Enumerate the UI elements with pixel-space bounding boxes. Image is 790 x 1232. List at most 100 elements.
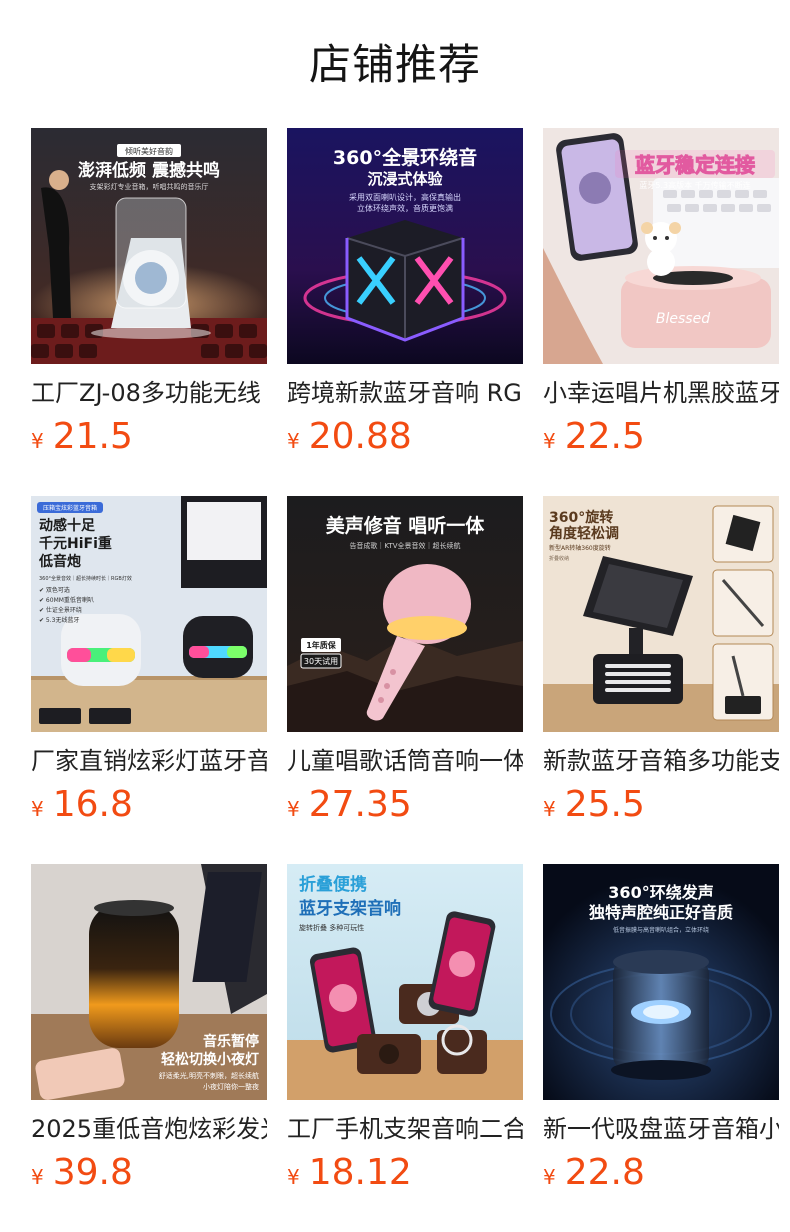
product-image[interactable]: Blessed 蓝牙稳定连接 蓝牙5.3高版本 千万传输不断连 [543,128,779,364]
currency-symbol: ¥ [287,429,300,453]
suction-speaker-image: 360°环绕发声 独特声腔纯正好音质 低音振膜与高音喇叭组合，立体环绕 [543,864,779,1100]
price-value: 20.88 [308,416,412,457]
product-image[interactable]: 360°全景环绕音 沉浸式体验 采用双面喇叭设计，高保真输出 立体环绕声效，音质… [287,128,523,364]
product-name[interactable]: 小幸运唱片机黑胶蓝牙 [543,376,779,410]
store-recommendations-page: 店铺推荐 倾听美好音韵 澎湃低频 震撼共鸣 支架彩灯专业音箱，听唱共鸣的音乐厅 … [0,0,790,1232]
cube-speaker-image: 360°全景环绕音 沉浸式体验 采用双面喇叭设计，高保真输出 立体环绕声效，音质… [287,128,523,364]
speaker-phone-stand-image: 倾听美好音韵 澎湃低频 震撼共鸣 支架彩灯专业音箱，听唱共鸣的音乐厅 [31,128,267,364]
currency-symbol: ¥ [543,797,556,821]
svg-text:沉浸式体验: 沉浸式体验 [367,170,443,188]
svg-text:动感十足: 动感十足 [39,517,96,534]
price-value: 21.5 [52,416,133,457]
svg-text:折叠便携: 折叠便携 [299,874,367,895]
currency-symbol: ¥ [31,1165,44,1189]
svg-text:倾听美好音韵: 倾听美好音韵 [125,146,173,156]
price-value: 22.5 [564,416,645,457]
svg-text:Blessed: Blessed [656,311,710,327]
svg-text:美声修音 唱听一体: 美声修音 唱听一体 [326,514,486,537]
product-price: ¥ 27.35 [287,782,412,828]
product-price: ¥ 22.8 [543,1150,645,1196]
svg-text:360°全景音效｜超长持续时长｜RGB灯效: 360°全景音效｜超长持续时长｜RGB灯效 [39,575,132,582]
currency-symbol: ¥ [287,797,300,821]
svg-text:舒适柔光,明亮不刺眼，超长续航: 舒适柔光,明亮不刺眼，超长续航 [159,1071,259,1080]
product-card[interactable]: 折叠便携 蓝牙支架音响 旋转折叠 多种可玩性 工厂手机支架音响二合一 ¥ 18.… [287,864,523,1232]
svg-text:新型AR转轴360度旋转: 新型AR转轴360度旋转 [549,544,611,552]
rotating-stand-speaker-image: 360°旋转 角度轻松调 新型AR转轴360度旋转 折叠收纳 [543,496,779,732]
svg-text:告音成歌｜KTV全景音效｜超长续航: 告音成歌｜KTV全景音效｜超长续航 [349,541,460,550]
product-name[interactable]: 儿童唱歌话筒音响一体 [287,744,523,778]
svg-text:✔ 5.3无线蓝牙: ✔ 5.3无线蓝牙 [39,616,79,624]
product-image[interactable]: 倾听美好音韵 澎湃低频 震撼共鸣 支架彩灯专业音箱，听唱共鸣的音乐厅 [31,128,267,364]
product-price: ¥ 25.5 [543,782,645,828]
svg-text:360°环绕发声: 360°环绕发声 [608,883,713,902]
phone-stand-speaker-image: 折叠便携 蓝牙支架音响 旋转折叠 多种可玩性 [287,864,523,1100]
product-price: ¥ 21.5 [31,414,133,460]
product-image[interactable]: 360°旋转 角度轻松调 新型AR转轴360度旋转 折叠收纳 [543,496,779,732]
svg-text:音乐暂停: 音乐暂停 [203,1033,259,1050]
svg-text:小夜灯陪你一整夜: 小夜灯陪你一整夜 [203,1082,259,1091]
svg-text:蓝牙5.3高版本 千万传输不断连: 蓝牙5.3高版本 千万传输不断连 [639,180,750,190]
svg-text:✔ 仕证全景环绕: ✔ 仕证全景环绕 [39,606,82,614]
currency-symbol: ¥ [543,429,556,453]
svg-text:千元HiFi重: 千元HiFi重 [39,535,112,552]
product-price: ¥ 22.5 [543,414,645,460]
product-name[interactable]: 工厂手机支架音响二合一 [287,1112,523,1146]
svg-text:✔ 双色可选: ✔ 双色可选 [39,586,70,594]
product-name[interactable]: 2025重低音炮炫彩发光 [31,1112,267,1146]
product-price: ¥ 20.88 [287,414,412,460]
product-image[interactable]: 折叠便携 蓝牙支架音响 旋转折叠 多种可玩性 [287,864,523,1100]
product-price: ¥ 39.8 [31,1150,133,1196]
svg-text:1年质保: 1年质保 [306,640,337,650]
currency-symbol: ¥ [31,429,44,453]
product-card[interactable]: 压箱宝炫彩蓝牙音箱 动感十足 千元HiFi重 低音炮 360°全景音效｜超长持续… [31,496,267,864]
svg-text:蓝牙稳定连接: 蓝牙稳定连接 [635,153,755,177]
glowing-speaker-image: 音乐暂停 轻松切换小夜灯 舒适柔光,明亮不刺眼，超长续航 小夜灯陪你一整夜 [31,864,267,1100]
product-name[interactable]: 厂家直销炫彩灯蓝牙音 [31,744,267,778]
product-name[interactable]: 跨境新款蓝牙音响 RGB [287,376,523,410]
price-value: 22.8 [564,1152,645,1193]
currency-symbol: ¥ [31,797,44,821]
svg-text:独特声腔纯正好音质: 独特声腔纯正好音质 [589,903,733,922]
product-card[interactable]: Blessed 蓝牙稳定连接 蓝牙5.3高版本 千万传输不断连 小幸运唱片机黑胶… [543,128,779,496]
currency-symbol: ¥ [287,1165,300,1189]
product-image[interactable]: 音乐暂停 轻松切换小夜灯 舒适柔光,明亮不刺眼，超长续航 小夜灯陪你一整夜 [31,864,267,1100]
svg-text:蓝牙支架音响: 蓝牙支架音响 [299,898,401,919]
svg-text:澎湃低频 震撼共鸣: 澎湃低频 震撼共鸣 [78,160,220,181]
price-value: 27.35 [308,784,412,825]
svg-text:压箱宝炫彩蓝牙音箱: 压箱宝炫彩蓝牙音箱 [43,504,97,512]
product-name[interactable]: 新一代吸盘蓝牙音箱小 [543,1112,779,1146]
product-card[interactable]: 美声修音 唱听一体 告音成歌｜KTV全景音效｜超长续航 1年质保 30天试用 儿… [287,496,523,864]
price-value: 16.8 [52,784,133,825]
svg-text:✔ 60MM重低音喇叭: ✔ 60MM重低音喇叭 [39,596,94,604]
product-image[interactable]: 压箱宝炫彩蓝牙音箱 动感十足 千元HiFi重 低音炮 360°全景音效｜超长持续… [31,496,267,732]
svg-text:360°旋转: 360°旋转 [549,509,613,526]
product-card[interactable]: 倾听美好音韵 澎湃低频 震撼共鸣 支架彩灯专业音箱，听唱共鸣的音乐厅 工厂ZJ-… [31,128,267,496]
product-grid: 倾听美好音韵 澎湃低频 震撼共鸣 支架彩灯专业音箱，听唱共鸣的音乐厅 工厂ZJ-… [31,128,779,1232]
svg-text:采用双面喇叭设计，高保真输出: 采用双面喇叭设计，高保真输出 [349,192,461,202]
product-image[interactable]: 美声修音 唱听一体 告音成歌｜KTV全景音效｜超长续航 1年质保 30天试用 [287,496,523,732]
svg-text:低音振膜与高音喇叭组合，立体环绕: 低音振膜与高音喇叭组合，立体环绕 [613,926,709,934]
page-title: 店铺推荐 [308,40,481,89]
rgb-speaker-image: 压箱宝炫彩蓝牙音箱 动感十足 千元HiFi重 低音炮 360°全景音效｜超长持续… [31,496,267,732]
currency-symbol: ¥ [543,1165,556,1189]
svg-text:360°全景环绕音: 360°全景环绕音 [333,146,477,169]
product-card[interactable]: 音乐暂停 轻松切换小夜灯 舒适柔光,明亮不刺眼，超长续航 小夜灯陪你一整夜 20… [31,864,267,1232]
svg-text:旋转折叠 多种可玩性: 旋转折叠 多种可玩性 [299,923,364,932]
svg-text:轻松切换小夜灯: 轻松切换小夜灯 [161,1051,259,1068]
svg-text:30天试用: 30天试用 [304,656,338,666]
record-player-speaker-image: Blessed 蓝牙稳定连接 蓝牙5.3高版本 千万传输不断连 [543,128,779,364]
microphone-speaker-image: 美声修音 唱听一体 告音成歌｜KTV全景音效｜超长续航 1年质保 30天试用 [287,496,523,732]
svg-text:折叠收纳: 折叠收纳 [549,555,569,562]
product-price: ¥ 16.8 [31,782,133,828]
svg-text:立体环绕声效，音质更饱满: 立体环绕声效，音质更饱满 [357,203,453,213]
price-value: 18.12 [308,1152,412,1193]
product-card[interactable]: 360°全景环绕音 沉浸式体验 采用双面喇叭设计，高保真输出 立体环绕声效，音质… [287,128,523,496]
product-name[interactable]: 新款蓝牙音箱多功能支 [543,744,779,778]
product-card[interactable]: 360°旋转 角度轻松调 新型AR转轴360度旋转 折叠收纳 新款蓝牙音箱多功能… [543,496,779,864]
product-image[interactable]: 360°环绕发声 独特声腔纯正好音质 低音振膜与高音喇叭组合，立体环绕 [543,864,779,1100]
product-price: ¥ 18.12 [287,1150,412,1196]
product-name[interactable]: 工厂ZJ-08多功能无线 [31,376,267,410]
price-value: 25.5 [564,784,645,825]
product-card[interactable]: 360°环绕发声 独特声腔纯正好音质 低音振膜与高音喇叭组合，立体环绕 新一代吸… [543,864,779,1232]
svg-text:支架彩灯专业音箱，听唱共鸣的音乐厅: 支架彩灯专业音箱，听唱共鸣的音乐厅 [90,182,209,191]
